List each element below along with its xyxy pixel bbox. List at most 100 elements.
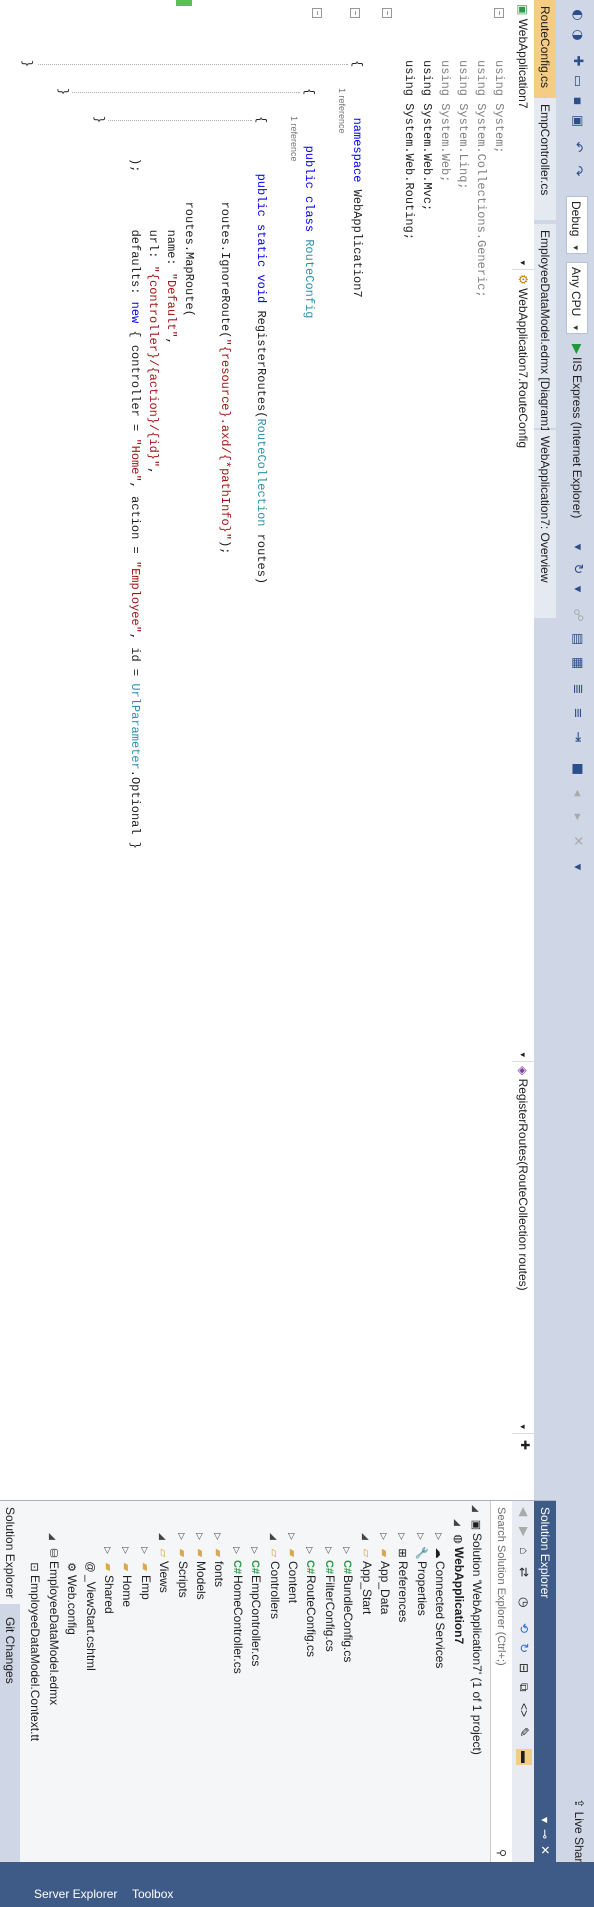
split-window-icon[interactable]: ✚: [518, 1440, 532, 1450]
tree-item[interactable]: ▷ ▰ fonts: [210, 1533, 228, 1587]
solution-config-icon[interactable]: ▤: [568, 630, 586, 648]
undo-icon[interactable]: ↶: [568, 138, 586, 156]
find-icon[interactable]: ▦: [568, 654, 586, 672]
tree-item[interactable]: ▷C#RouteConfig.cs: [302, 1547, 320, 1657]
save-all-icon[interactable]: ▣: [568, 112, 586, 130]
refresh-icon[interactable]: ↻: [568, 560, 586, 578]
fold-toggle-icon[interactable]: −: [494, 8, 504, 18]
tree-item[interactable]: ▷ ▰ Home: [118, 1547, 136, 1607]
expanded-arrow-icon[interactable]: ◢: [44, 1533, 62, 1545]
fold-toggle-icon[interactable]: −: [312, 8, 322, 18]
collapsed-arrow-icon[interactable]: ▷: [412, 1533, 430, 1545]
search-icon[interactable]: ⚲: [490, 1849, 512, 1857]
collapsed-arrow-icon[interactable]: ▷: [209, 1533, 227, 1545]
preview-selected-icon[interactable]: ▬: [516, 1749, 532, 1765]
tree-item[interactable]: @ _ViewStart.cshtml: [82, 1547, 100, 1670]
expanded-arrow-icon[interactable]: ◢: [265, 1533, 283, 1545]
tree-item[interactable]: ▷ ▰ Emp: [137, 1547, 155, 1600]
tree-item[interactable]: ◢ ⛁ EmployeeDataModel.edmx: [45, 1533, 63, 1705]
refresh-icon[interactable]: ↻: [517, 1643, 531, 1653]
tree-item[interactable]: ▷C#FilterConfig.cs: [321, 1547, 339, 1652]
collapsed-arrow-icon[interactable]: ▷: [136, 1547, 154, 1559]
close-icon[interactable]: ✕: [534, 1845, 556, 1855]
tree-item[interactable]: ▷ ▰ Scripts: [174, 1533, 192, 1598]
home-icon[interactable]: ⌂: [517, 1547, 531, 1554]
live-share-button[interactable]: ⇪ Live Share: [572, 1798, 586, 1869]
sync-icon[interactable]: ⟲: [517, 1623, 531, 1633]
collapsed-arrow-icon[interactable]: ▷: [338, 1547, 356, 1559]
platform-dropdown[interactable]: Any CPU ▾: [566, 262, 588, 334]
tree-item[interactable]: ◢ ◍ WebApplication7: [450, 1519, 468, 1644]
collapsed-arrow-icon[interactable]: ▷: [191, 1533, 209, 1545]
pin-icon[interactable]: ⊸: [534, 1829, 556, 1839]
open-file-icon[interactable]: ▭: [568, 72, 586, 90]
tree-item[interactable]: ◢ ▱ Views: [155, 1533, 173, 1593]
tree-item[interactable]: ▷ ▰ Shared: [100, 1547, 118, 1614]
browser-link-icon[interactable]: ☍: [568, 606, 586, 624]
tree-item[interactable]: ◢ ▱ App_Start: [358, 1533, 376, 1614]
tree-item[interactable]: ▷C#HomeController.cs: [229, 1547, 247, 1674]
fold-toggle-icon[interactable]: −: [350, 8, 360, 18]
tab-empcontroller[interactable]: EmpController.cs: [534, 98, 556, 220]
tree-item[interactable]: ▷🔧Properties: [413, 1533, 431, 1616]
expanded-arrow-icon[interactable]: ◢: [467, 1505, 485, 1517]
collapsed-arrow-icon[interactable]: ▷: [375, 1533, 393, 1545]
back-icon[interactable]: ◀: [517, 1507, 531, 1516]
tree-item[interactable]: ▷ ⊞ References: [394, 1533, 412, 1622]
collapsed-arrow-icon[interactable]: ▷: [228, 1547, 246, 1559]
tab-toolbox[interactable]: Toolbox: [132, 1887, 173, 1901]
panel-menu-icon[interactable]: ▾: [534, 1817, 556, 1823]
expanded-arrow-icon[interactable]: ◢: [357, 1533, 375, 1545]
next-bookmark-icon[interactable]: ▸: [568, 808, 586, 826]
tree-item[interactable]: ▷ ☁ Connected Services: [431, 1533, 449, 1668]
tree-item[interactable]: ▷ ▰ Content: [284, 1533, 302, 1603]
clear-bookmarks-icon[interactable]: ✕: [568, 832, 586, 850]
refresh-dropdown-icon[interactable]: ▾: [568, 580, 586, 598]
pending-changes-icon[interactable]: ◷: [517, 1597, 531, 1607]
configuration-dropdown[interactable]: Debug ▾: [566, 196, 588, 254]
tree-item[interactable]: ⊡ EmployeeDataModel.Context.tt: [26, 1547, 44, 1741]
collapsed-arrow-icon[interactable]: ▷: [246, 1547, 264, 1559]
forward-icon[interactable]: ◑: [568, 26, 586, 44]
collapsed-arrow-icon[interactable]: ▷: [430, 1533, 448, 1545]
codelens-references[interactable]: 1 reference: [336, 88, 348, 134]
project-dropdown[interactable]: ▣ WebApplication7 ▾: [512, 0, 534, 270]
expanded-arrow-icon[interactable]: ◢: [449, 1519, 467, 1531]
uncomment-icon[interactable]: ≡: [568, 704, 586, 722]
comment-icon[interactable]: ≣: [568, 680, 586, 698]
tab-overview[interactable]: WebApplication7: Overview: [534, 430, 556, 618]
fold-toggle-icon[interactable]: −: [382, 8, 392, 18]
tab-solution-explorer[interactable]: Solution Explorer: [0, 1501, 20, 1605]
collapsed-arrow-icon[interactable]: ▷: [393, 1533, 411, 1545]
code-editor[interactable]: − − − − using System; using System.Colle…: [0, 0, 512, 1500]
collapsed-arrow-icon[interactable]: ▷: [320, 1547, 338, 1559]
collapsed-arrow-icon[interactable]: ▷: [117, 1547, 135, 1559]
tree-item[interactable]: ⚙ Web.config: [63, 1547, 81, 1635]
expanded-arrow-icon[interactable]: ◢: [154, 1533, 172, 1545]
tree-item[interactable]: ▷C#BundleConfig.cs: [339, 1547, 357, 1662]
run-dropdown-icon[interactable]: ▾: [568, 538, 586, 556]
save-icon[interactable]: ▪: [568, 92, 586, 110]
prev-bookmark-icon[interactable]: ◂: [568, 784, 586, 802]
collapsed-arrow-icon[interactable]: ▷: [173, 1533, 191, 1545]
show-all-files-icon[interactable]: ⧉: [516, 1683, 531, 1692]
forward-icon[interactable]: ▶: [517, 1527, 531, 1536]
properties-icon[interactable]: ✎: [517, 1727, 531, 1737]
toolbar-overflow-icon[interactable]: ▾: [568, 858, 586, 876]
tab-edmx-diagram[interactable]: EmployeeDataModel.edmx [Diagram1]: [534, 224, 556, 436]
redo-icon[interactable]: ↷: [568, 162, 586, 180]
view-code-icon[interactable]: <>: [517, 1703, 531, 1717]
collapsed-arrow-icon[interactable]: ▷: [99, 1547, 117, 1559]
bookmark-icon[interactable]: ■: [568, 760, 586, 778]
switch-views-icon[interactable]: ⇄: [517, 1567, 531, 1577]
tab-routeconfig[interactable]: RouteConfig.cs ⊸ ✕: [534, 0, 556, 125]
tab-git-changes[interactable]: Git Changes: [0, 1611, 20, 1690]
collapsed-arrow-icon[interactable]: ▷: [301, 1547, 319, 1559]
collapsed-arrow-icon[interactable]: ▷: [283, 1533, 301, 1545]
tree-item[interactable]: ◢ ▱ Controllers: [266, 1533, 284, 1619]
back-icon[interactable]: ◐: [568, 6, 586, 24]
codelens-references[interactable]: 1 reference: [288, 116, 300, 162]
collapse-all-icon[interactable]: ⊟: [517, 1663, 531, 1673]
member-dropdown[interactable]: ◈ RegisterRoutes(RouteCollection routes)…: [512, 1062, 534, 1434]
tree-item[interactable]: ◢ ▣ Solution 'WebApplication7' (1 of 1 pro…: [468, 1505, 486, 1755]
